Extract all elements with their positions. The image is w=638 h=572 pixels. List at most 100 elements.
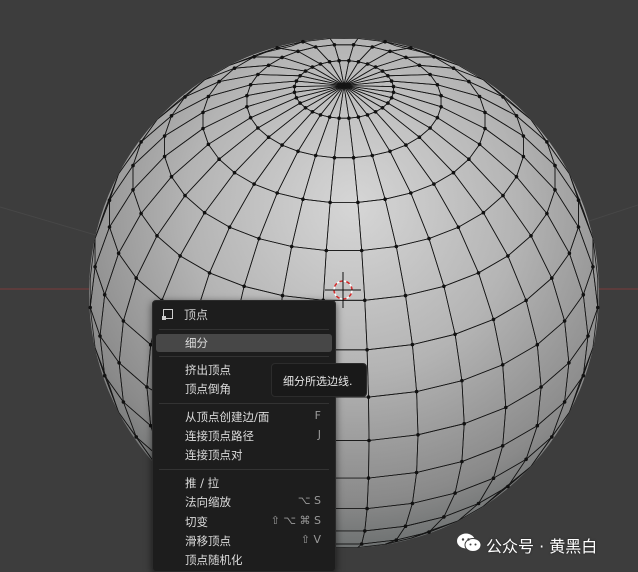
- mesh-vertex[interactable]: [409, 191, 413, 195]
- mesh-vertex[interactable]: [313, 45, 318, 49]
- mesh-vertex[interactable]: [134, 435, 138, 439]
- menu-item-connect-vertex-pairs[interactable]: 连接顶点对: [156, 446, 332, 464]
- mesh-vertex[interactable]: [428, 72, 432, 77]
- mesh-vertex[interactable]: [389, 79, 394, 83]
- mesh-vertex[interactable]: [380, 106, 385, 110]
- mesh-vertex[interactable]: [521, 154, 526, 159]
- mesh-vertex[interactable]: [294, 96, 299, 100]
- mesh-vertex[interactable]: [581, 292, 586, 297]
- mesh-vertex[interactable]: [227, 225, 232, 229]
- mesh-vertex[interactable]: [301, 39, 305, 44]
- mesh-vertex[interactable]: [280, 293, 285, 298]
- mesh-vertex[interactable]: [500, 363, 505, 367]
- mesh-vertex[interactable]: [183, 193, 187, 198]
- mesh-vertex[interactable]: [453, 332, 457, 337]
- mesh-vertex[interactable]: [442, 515, 446, 519]
- mesh-vertex[interactable]: [535, 342, 540, 347]
- mesh-vertex[interactable]: [162, 154, 167, 159]
- mesh-vertex[interactable]: [410, 342, 415, 347]
- mesh-vertex[interactable]: [432, 182, 436, 186]
- mesh-vertex[interactable]: [266, 135, 271, 139]
- mesh-vertex[interactable]: [481, 210, 486, 215]
- mesh-vertex[interactable]: [292, 90, 297, 95]
- mesh-vertex[interactable]: [403, 524, 408, 528]
- mesh-vertex[interactable]: [201, 110, 205, 115]
- mesh-vertex[interactable]: [232, 66, 237, 70]
- mesh-vertex[interactable]: [545, 211, 549, 216]
- mesh-vertex[interactable]: [414, 470, 419, 475]
- mesh-vertex[interactable]: [514, 114, 519, 118]
- mesh-vertex[interactable]: [435, 115, 440, 120]
- mesh-vertex[interactable]: [435, 83, 440, 87]
- mesh-vertex[interactable]: [562, 400, 567, 404]
- menu-item-subdivide[interactable]: 细分: [156, 334, 332, 352]
- mesh-vertex[interactable]: [116, 251, 121, 256]
- mesh-vertex[interactable]: [567, 361, 571, 365]
- mesh-vertex[interactable]: [539, 385, 543, 389]
- mesh-vertex[interactable]: [409, 46, 413, 50]
- mesh-vertex[interactable]: [359, 248, 364, 253]
- mesh-vertex[interactable]: [394, 538, 399, 542]
- mesh-vertex[interactable]: [389, 96, 394, 100]
- mesh-vertex[interactable]: [292, 84, 297, 89]
- mesh-vertex[interactable]: [483, 126, 487, 131]
- mesh-vertex[interactable]: [310, 65, 315, 69]
- mesh-vertex[interactable]: [337, 116, 341, 120]
- mesh-vertex[interactable]: [252, 55, 256, 59]
- mesh-vertex[interactable]: [410, 501, 415, 506]
- mesh-vertex[interactable]: [145, 385, 149, 389]
- mesh-vertex[interactable]: [155, 234, 159, 238]
- mesh-vertex[interactable]: [380, 69, 385, 73]
- mesh-vertex[interactable]: [256, 126, 260, 130]
- mesh-vertex[interactable]: [337, 58, 341, 63]
- mesh-vertex[interactable]: [134, 276, 138, 280]
- mesh-vertex[interactable]: [294, 79, 299, 83]
- mesh-vertex[interactable]: [289, 244, 294, 249]
- mesh-vertex[interactable]: [303, 69, 308, 73]
- mesh-vertex[interactable]: [567, 251, 572, 256]
- mesh-vertex[interactable]: [491, 476, 496, 481]
- mesh-vertex[interactable]: [356, 60, 361, 64]
- mesh-vertex[interactable]: [327, 60, 332, 64]
- mesh-vertex[interactable]: [245, 93, 249, 98]
- mesh-vertex[interactable]: [596, 305, 600, 310]
- mesh-vertex[interactable]: [586, 334, 590, 338]
- mesh-vertex[interactable]: [553, 188, 557, 192]
- mesh-vertex[interactable]: [373, 110, 378, 114]
- mesh-vertex[interactable]: [131, 188, 135, 192]
- mesh-vertex[interactable]: [296, 49, 300, 54]
- menu-item-connect-vertex-path[interactable]: 连接顶点路径 J: [156, 427, 332, 445]
- mesh-vertex[interactable]: [107, 225, 112, 229]
- mesh-vertex[interactable]: [576, 198, 581, 202]
- mesh-vertex[interactable]: [576, 225, 581, 229]
- mesh-vertex[interactable]: [414, 389, 419, 394]
- mesh-vertex[interactable]: [562, 319, 567, 323]
- mesh-vertex[interactable]: [391, 90, 396, 95]
- mesh-vertex[interactable]: [524, 457, 528, 462]
- mesh-vertex[interactable]: [476, 501, 481, 506]
- mesh-vertex[interactable]: [388, 149, 392, 154]
- menu-item-slide-vertex[interactable]: 滑移顶点 ⇧ V: [156, 532, 332, 550]
- mesh-vertex[interactable]: [207, 271, 212, 275]
- mesh-vertex[interactable]: [275, 46, 280, 50]
- mesh-vertex[interactable]: [367, 438, 371, 443]
- mesh-vertex[interactable]: [318, 113, 323, 117]
- mesh-vertex[interactable]: [359, 542, 364, 546]
- mesh-vertex[interactable]: [553, 163, 557, 168]
- mesh-vertex[interactable]: [245, 105, 249, 109]
- mesh-vertex[interactable]: [386, 74, 390, 78]
- mesh-vertex[interactable]: [365, 506, 369, 511]
- mesh-vertex[interactable]: [439, 93, 443, 98]
- mesh-vertex[interactable]: [303, 106, 308, 110]
- mesh-vertex[interactable]: [206, 94, 211, 99]
- mesh-vertex[interactable]: [535, 423, 540, 428]
- mesh-vertex[interactable]: [117, 361, 121, 365]
- mesh-vertex[interactable]: [318, 62, 323, 66]
- mesh-vertex[interactable]: [427, 530, 431, 534]
- mesh-vertex[interactable]: [432, 55, 436, 59]
- mesh-vertex[interactable]: [524, 298, 528, 303]
- mesh-vertex[interactable]: [88, 305, 92, 310]
- mesh-vertex[interactable]: [428, 126, 432, 130]
- mesh-vertex[interactable]: [248, 83, 253, 87]
- mesh-vertex[interactable]: [451, 170, 456, 175]
